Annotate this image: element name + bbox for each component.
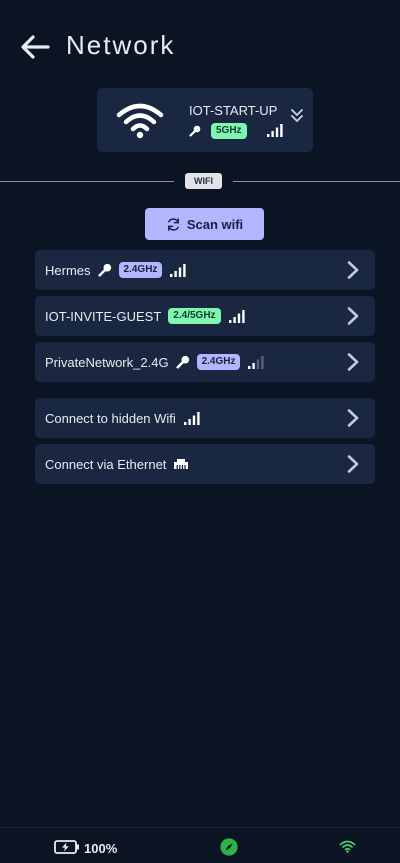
- battery-percentage: 100%: [84, 841, 118, 856]
- current-network-name: IOT-START-UP: [189, 103, 278, 118]
- connect-hidden-wifi-row[interactable]: Connect to hidden Wifi: [35, 398, 375, 438]
- chevron-right-icon: [347, 455, 359, 473]
- refresh-icon: [167, 217, 179, 231]
- battery-charging-icon: [54, 840, 79, 854]
- connect-ethernet-label: Connect via Ethernet: [45, 456, 167, 472]
- scan-wifi-button[interactable]: Scan wifi: [145, 208, 264, 240]
- header: Network: [0, 0, 400, 90]
- signal-bars-icon: [170, 263, 187, 277]
- scan-wifi-label: Scan wifi: [186, 216, 244, 232]
- current-network-card[interactable]: IOT-START-UP 5GHz: [97, 88, 313, 152]
- band-badge: 2.4GHz: [118, 262, 163, 278]
- chevron-double-down-icon[interactable]: [290, 108, 304, 124]
- divider-line-left: [0, 181, 174, 182]
- compass-icon[interactable]: [220, 838, 238, 856]
- signal-bars-icon: [248, 355, 265, 369]
- signal-bars-icon: [228, 309, 245, 323]
- key-icon: [97, 263, 111, 277]
- signal-bars-icon: [267, 124, 283, 137]
- wifi-section-label: WIFI: [185, 173, 222, 189]
- arrow-left-icon[interactable]: [18, 30, 52, 64]
- key-icon: [189, 125, 201, 137]
- signal-bars-icon: [183, 411, 200, 425]
- status-bar: 100%: [0, 827, 400, 863]
- chevron-right-icon: [347, 307, 359, 325]
- network-row-privatenetwork[interactable]: PrivateNetwork_2.4G 2.4GHz: [35, 342, 375, 382]
- chevron-right-icon: [347, 409, 359, 427]
- network-name: Hermes: [45, 262, 91, 278]
- band-badge: 5GHz: [211, 123, 247, 139]
- network-name: IOT-INVITE-GUEST: [45, 308, 162, 324]
- chevron-right-icon: [347, 261, 359, 279]
- wifi-icon: [116, 103, 164, 139]
- connect-hidden-wifi-label: Connect to hidden Wifi: [45, 410, 176, 426]
- network-row-hermes[interactable]: Hermes 2.4GHz: [35, 250, 375, 290]
- band-badge: 2.4/5GHz: [168, 308, 221, 324]
- key-icon: [176, 355, 189, 369]
- divider-line-right: [233, 181, 400, 182]
- chevron-right-icon: [347, 353, 359, 371]
- network-row-iot-invite-guest[interactable]: IOT-INVITE-GUEST 2.4/5GHz: [35, 296, 375, 336]
- connect-ethernet-row[interactable]: Connect via Ethernet: [35, 444, 375, 484]
- wifi-status-icon: [339, 840, 356, 853]
- band-badge: 2.4GHz: [196, 354, 241, 370]
- page-title: Network: [66, 30, 176, 60]
- ethernet-icon: [174, 459, 189, 469]
- network-name: PrivateNetwork_2.4G: [45, 354, 169, 370]
